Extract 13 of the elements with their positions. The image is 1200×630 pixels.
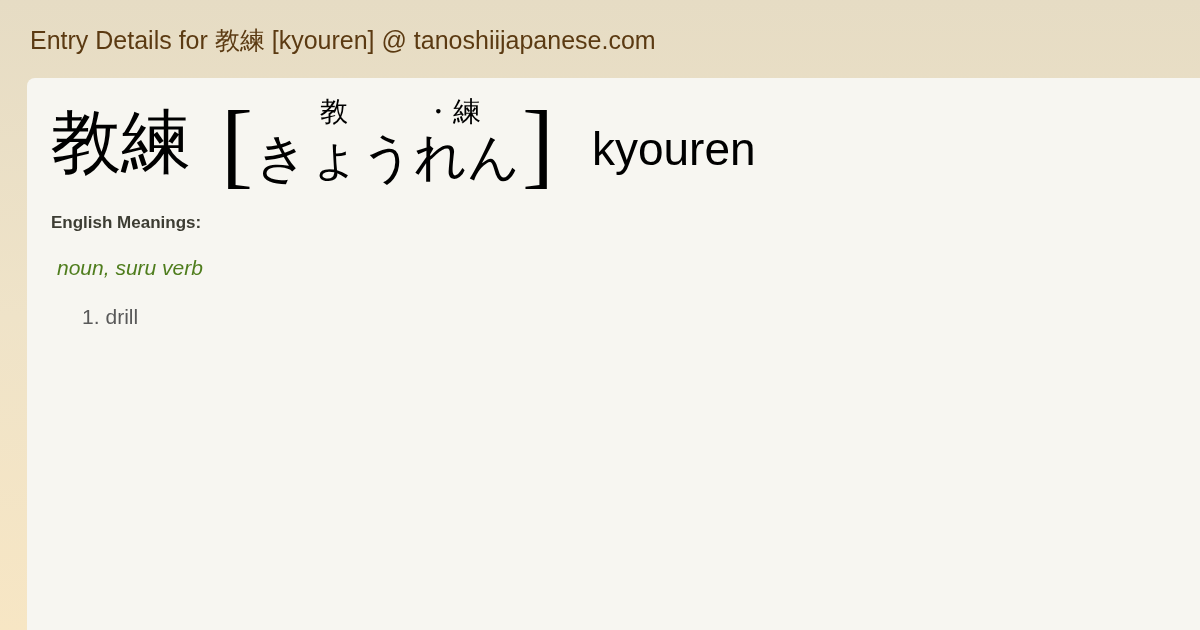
kana-reading: れん — [413, 132, 520, 184]
part-of-speech: noun, suru verb — [57, 254, 204, 281]
bracket: ] — [521, 96, 554, 192]
furigana-kanji: 練 — [452, 98, 481, 126]
kana-reading: きょう — [254, 132, 414, 184]
furigana-kanji: 教 — [320, 98, 349, 126]
meanings-heading: English Meanings: — [51, 212, 203, 234]
furigana-separator: ・ — [423, 98, 452, 126]
page-title: Entry Details for 教練 [kyouren] @ tanoshiijapanese.com — [30, 25, 656, 57]
sense-number: 1. — [82, 304, 100, 330]
headword: 教練 — [51, 108, 191, 178]
sense-text: drill — [105, 304, 139, 330]
bracket: [ — [221, 96, 253, 192]
